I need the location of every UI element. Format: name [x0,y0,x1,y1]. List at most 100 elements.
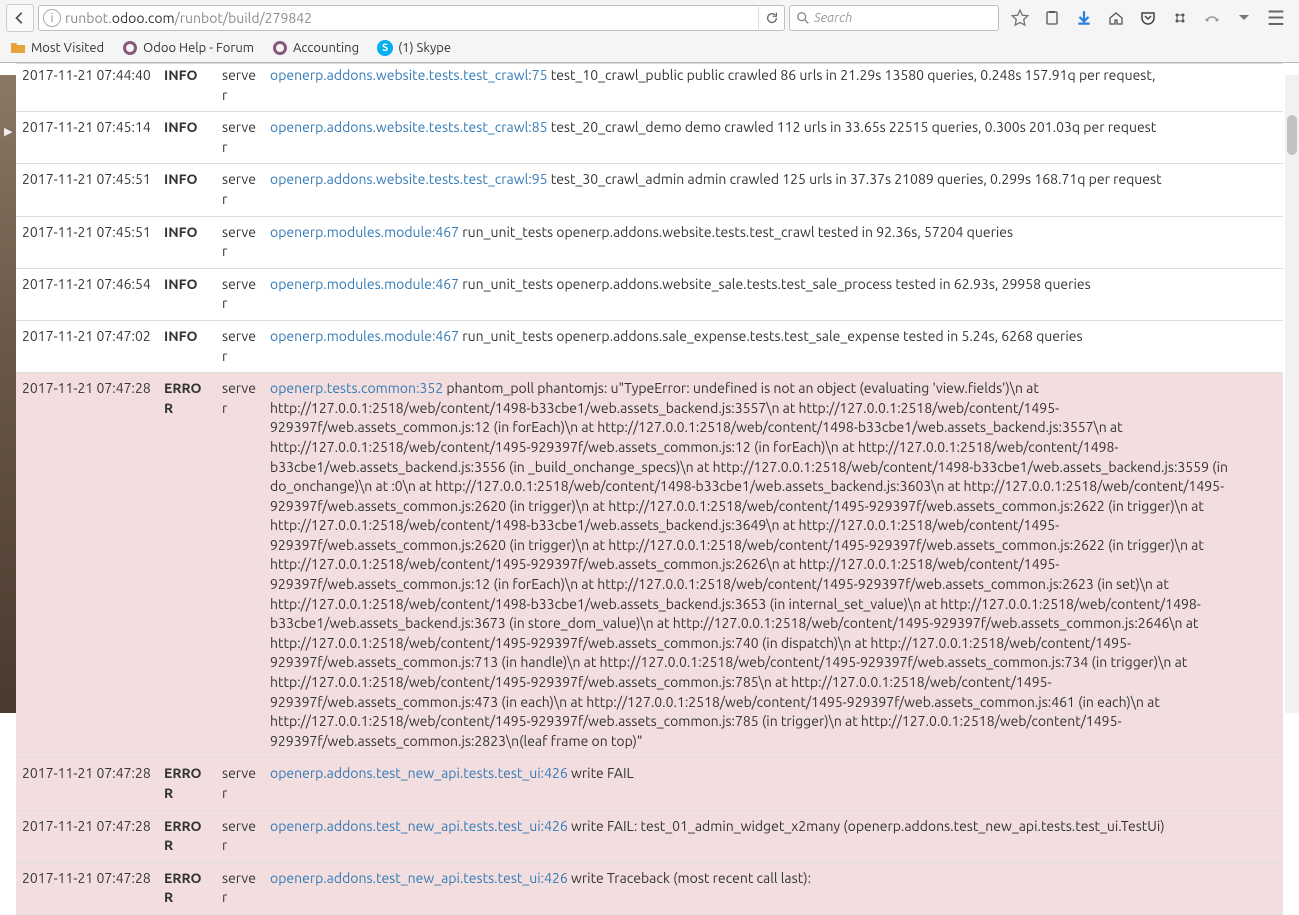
log-source: server [216,373,264,758]
clipboard-icon[interactable] [1043,9,1061,27]
site-info-icon[interactable]: i [43,9,61,27]
bookmarks-bar: Most Visited Odoo Help - Forum Accounting S… [0,36,1299,62]
log-row: 2017-11-21 07:47:28ERRORserver openerp.ad… [16,758,1283,810]
hamburger-menu-icon[interactable]: ☰ [1267,9,1285,27]
log-source: server [216,64,264,112]
log-table: 2017-11-21 07:44:40INFOserveropenerp.add… [16,63,1283,915]
log-timestamp: 2017-11-21 07:47:28 [16,862,158,914]
home-icon[interactable] [1107,9,1125,27]
log-code-link[interactable]: openerp.tests.common:352 [270,380,443,396]
log-message: openerp.addons.website.tests.test_crawl:… [264,64,1283,112]
log-source: server [216,268,264,320]
log-timestamp: 2017-11-21 07:45:51 [16,216,158,268]
url-bar-row: i runbot.odoo.com/runbot/build/279842 Se… [0,0,1299,36]
log-code-link[interactable]: openerp.modules.module:467 [270,224,459,240]
skype-icon: S [377,40,393,56]
log-text: run_unit_tests openerp.addons.sale_expen… [459,328,1082,344]
log-row: 2017-11-21 07:47:28ERRORserveropenerp.te… [16,373,1283,758]
log-level: INFO [158,268,216,320]
log-timestamp: 2017-11-21 07:45:51 [16,164,158,216]
log-row: 2017-11-21 07:45:14INFOserveropenerp.add… [16,112,1283,164]
reload-button[interactable] [758,7,780,29]
log-timestamp: 2017-11-21 07:47:28 [16,373,158,758]
odoo-ring-icon [272,40,288,56]
log-message: openerp.tests.common:352 phantom_poll ph… [264,373,1283,758]
log-level: INFO [158,320,216,372]
log-source: server [216,216,264,268]
log-timestamp: 2017-11-21 07:44:40 [16,64,158,112]
log-text: test_30_crawl_admin admin crawled 125 ur… [548,171,1162,187]
bookmark-label: (1) Skype [398,41,451,55]
log-message: openerp.addons.website.tests.test_crawl:… [264,112,1283,164]
log-code-link[interactable]: openerp.addons.test_new_api.tests.test_u… [270,765,568,781]
log-tbody: 2017-11-21 07:44:40INFOserveropenerp.add… [16,64,1283,915]
log-message: openerp.addons.website.tests.test_crawl:… [264,164,1283,216]
log-level: ERROR [158,862,216,914]
log-code-link[interactable]: openerp.addons.test_new_api.tests.test_u… [270,818,568,834]
bookmark-label: Odoo Help - Forum [143,41,254,55]
log-text: write FAIL [568,765,634,781]
log-message: openerp.addons.test_new_api.tests.test_u… [264,810,1283,862]
log-container: 2017-11-21 07:44:40INFOserveropenerp.add… [16,63,1283,915]
log-level: ERROR [158,758,216,810]
log-text: run_unit_tests openerp.addons.website.te… [459,224,1013,240]
log-code-link[interactable]: openerp.addons.website.tests.test_crawl:… [270,67,548,83]
addon-icon[interactable] [1171,9,1189,27]
log-source: server [216,810,264,862]
addon2-icon[interactable] [1203,9,1221,27]
bookmark-label: Most Visited [31,41,104,55]
bookmark-item[interactable]: Accounting [272,40,359,56]
log-row: 2017-11-21 07:47:28ERRORserver openerp.ad… [16,862,1283,914]
log-message: openerp.modules.module:467 run_unit_test… [264,320,1283,372]
log-row: 2017-11-21 07:44:40INFOserver openerp.add… [16,64,1283,112]
scrollbar[interactable] [1285,75,1299,713]
download-icon[interactable] [1075,9,1093,27]
search-input[interactable]: Search [789,5,999,31]
log-timestamp: 2017-11-21 07:46:54 [16,268,158,320]
log-timestamp: 2017-11-21 07:45:14 [16,112,158,164]
log-message: openerp.modules.module:467 run_unit_test… [264,216,1283,268]
log-timestamp: 2017-11-21 07:47:28 [16,758,158,810]
bookmark-label: Accounting [293,41,359,55]
log-text: phantom_poll phantomjs: u"TypeError: und… [270,380,1228,749]
log-source: server [216,164,264,216]
log-text: write Traceback (most recent call last): [568,870,811,886]
odoo-ring-icon [122,40,138,56]
url-input[interactable]: i runbot.odoo.com/runbot/build/279842 [38,5,785,31]
log-timestamp: 2017-11-21 07:47:28 [16,810,158,862]
log-source: server [216,758,264,810]
log-code-link[interactable]: openerp.modules.module:467 [270,328,459,344]
log-row: 2017-11-21 07:45:51INFOserver openerp.add… [16,164,1283,216]
log-code-link[interactable]: openerp.addons.website.tests.test_crawl:… [270,119,548,135]
log-code-link[interactable]: openerp.addons.test_new_api.tests.test_u… [270,870,568,886]
log-level: INFO [158,216,216,268]
dropdown-icon[interactable] [1235,9,1253,27]
back-button[interactable] [6,4,34,32]
log-text: test_20_crawl_demo demo crawled 112 urls… [548,119,1157,135]
bookmark-star-icon[interactable] [1011,9,1029,27]
log-source: server [216,320,264,372]
sidebar-sliver: ▶ [0,75,16,713]
scrollbar-thumb[interactable] [1287,115,1297,155]
log-code-link[interactable]: openerp.addons.website.tests.test_crawl:… [270,171,548,187]
log-message: openerp.addons.test_new_api.tests.test_u… [264,862,1283,914]
folder-icon [10,40,26,56]
log-row: 2017-11-21 07:45:51INFOserveropenerp.mod… [16,216,1283,268]
log-text: run_unit_tests openerp.addons.website_sa… [459,276,1091,292]
pocket-icon[interactable] [1139,9,1157,27]
log-source: server [216,862,264,914]
log-code-link[interactable]: openerp.modules.module:467 [270,276,459,292]
log-text: test_10_crawl_public public crawled 86 u… [548,67,1156,83]
log-level: INFO [158,64,216,112]
log-level: INFO [158,164,216,216]
log-level: ERROR [158,373,216,758]
log-level: ERROR [158,810,216,862]
url-text: runbot.odoo.com/runbot/build/279842 [65,10,754,26]
browser-chrome: i runbot.odoo.com/runbot/build/279842 Se… [0,0,1299,63]
bookmark-item[interactable]: Odoo Help - Forum [122,40,254,56]
log-row: 2017-11-21 07:46:54INFOserver openerp.mod… [16,268,1283,320]
log-source: server [216,112,264,164]
bookmark-item[interactable]: S (1) Skype [377,40,451,56]
bookmark-item[interactable]: Most Visited [10,40,104,56]
log-timestamp: 2017-11-21 07:47:02 [16,320,158,372]
